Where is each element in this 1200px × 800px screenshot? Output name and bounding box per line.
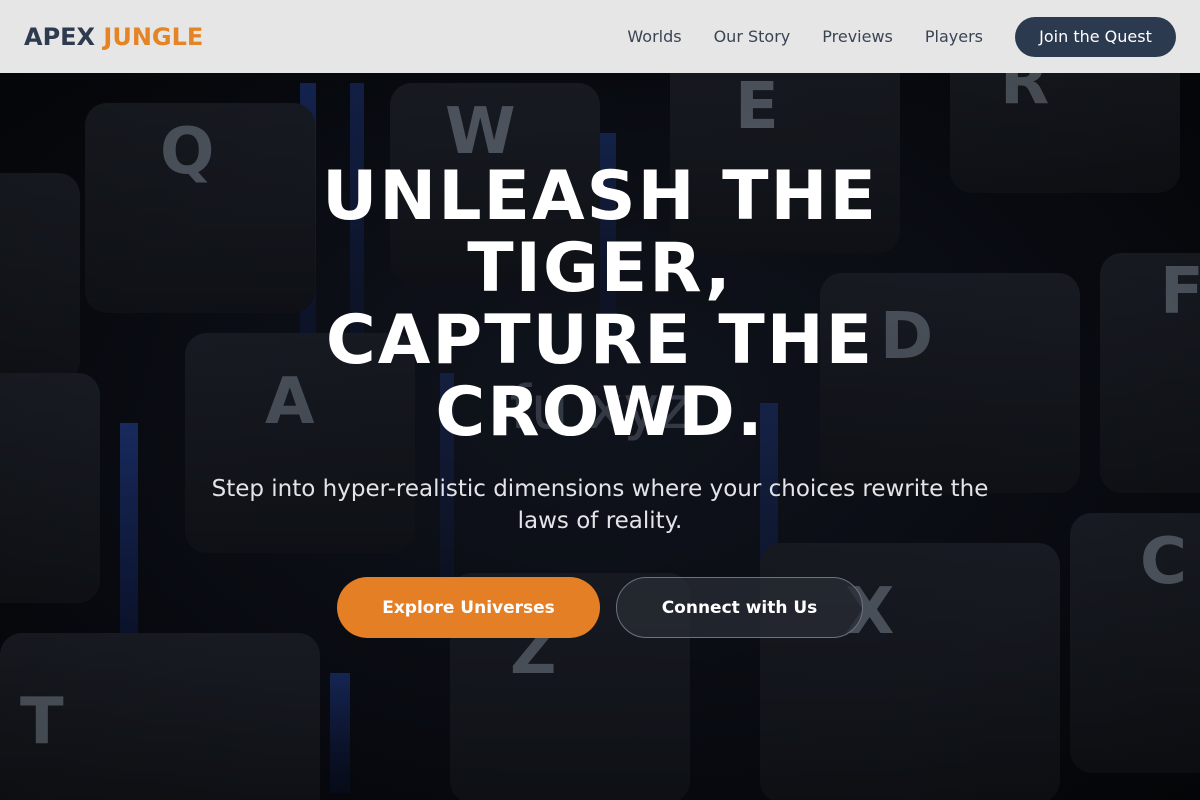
headline-line-3: CAPTURE THE <box>325 301 875 380</box>
nav-worlds[interactable]: Worlds <box>627 27 681 46</box>
explore-universes-button[interactable]: Explore Universes <box>337 577 600 638</box>
nav-our-story[interactable]: Our Story <box>714 27 791 46</box>
headline-line-1: UNLEASH THE <box>322 157 878 236</box>
logo-jungle: JUNGLE <box>103 22 204 51</box>
nav-previews[interactable]: Previews <box>822 27 893 46</box>
hero-section: Q W E R A D F Z X T C fu xyz UNLEASH THE… <box>0 73 1200 800</box>
join-quest-button[interactable]: Join the Quest <box>1015 16 1176 57</box>
connect-with-us-button[interactable]: Connect with Us <box>616 577 863 638</box>
hero-headline: UNLEASH THE TIGER, CAPTURE THE CROWD. <box>0 161 1200 449</box>
logo-apex: APEX <box>24 22 96 51</box>
headline-line-2: TIGER, <box>467 229 733 308</box>
headline-line-4: CROWD. <box>435 373 765 452</box>
nav-players[interactable]: Players <box>925 27 983 46</box>
logo[interactable]: APEX JUNGLE <box>24 23 203 51</box>
site-header: APEX JUNGLE Worlds Our Story Previews Pl… <box>0 0 1200 73</box>
hero-subtitle: Step into hyper-realistic dimensions whe… <box>211 476 989 534</box>
main-nav: Worlds Our Story Previews Players Join t… <box>595 16 1176 57</box>
